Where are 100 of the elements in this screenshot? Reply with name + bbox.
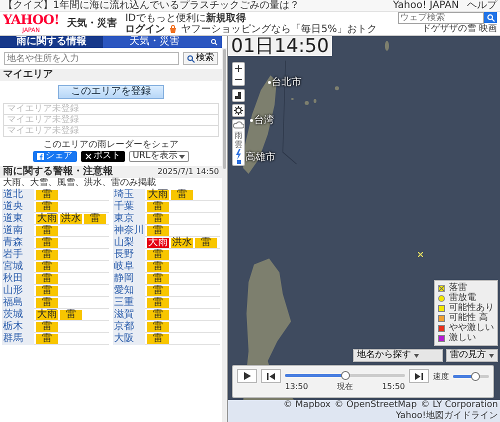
x-logo-icon [84, 153, 92, 160]
alert-tag[interactable]: 雷 [195, 238, 217, 248]
alert-tag[interactable]: 雷 [36, 190, 58, 200]
alert-tag[interactable]: 雷 [147, 334, 169, 344]
zoom-in-button[interactable]: + [233, 63, 244, 74]
area-link[interactable]: 群馬 [2, 332, 34, 344]
login-link[interactable]: ログイン [125, 24, 166, 34]
signup-link[interactable]: 新規取得 [206, 12, 246, 24]
legend-dropdown[interactable]: 雷の見方 [446, 349, 498, 362]
discharge-icon [438, 294, 445, 302]
fullscreen-button[interactable] [233, 90, 244, 101]
area-link[interactable]: 神奈川 [113, 224, 145, 236]
alert-tag[interactable]: 雷 [147, 214, 169, 224]
alert-tag[interactable]: 雷 [36, 238, 58, 248]
step-forward-button[interactable] [409, 369, 429, 383]
area-link[interactable]: 道北 [2, 188, 34, 200]
attribution-link[interactable]: Yahoo!地図ガイドライン [396, 411, 498, 422]
area-link[interactable]: 愛知 [113, 284, 145, 296]
tab[interactable]: 雨に関する情報 [0, 36, 103, 48]
alert-tag[interactable]: 雷 [36, 274, 58, 284]
play-button[interactable] [237, 369, 257, 383]
register-area-button[interactable]: このエリアを登録 [58, 85, 164, 99]
area-link[interactable]: 山形 [2, 284, 34, 296]
alert-tag[interactable]: 雷 [147, 322, 169, 332]
area-link[interactable]: 栃木 [2, 320, 34, 332]
share-button[interactable]: シェア [32, 151, 77, 162]
speed-slider[interactable] [453, 374, 489, 378]
alert-tag[interactable]: 雷 [36, 298, 58, 308]
legend-label: 落雷 [449, 283, 467, 293]
alert-tag[interactable]: 雷 [147, 310, 169, 320]
area-link[interactable]: 三重 [113, 296, 145, 308]
area-link[interactable]: 秋田 [2, 272, 34, 284]
alert-tag[interactable]: 雷 [36, 334, 58, 344]
area-link[interactable]: 長野 [113, 248, 145, 260]
time-label: 15:50 [382, 382, 405, 391]
alert-tag[interactable]: 雷 [147, 250, 169, 260]
alert-tag[interactable]: 洪水 [171, 238, 193, 248]
area-link[interactable]: 道央 [2, 200, 34, 212]
area-link[interactable]: 埼玉 [113, 188, 145, 200]
area-link[interactable]: 道南 [2, 224, 34, 236]
area-link[interactable]: 滋賀 [113, 308, 145, 320]
logo-text[interactable]: YAHOO! [3, 14, 60, 26]
search-button[interactable]: 検索 [183, 52, 218, 65]
area-link[interactable]: 宮城 [2, 260, 34, 272]
area-link[interactable]: 福島 [2, 296, 34, 308]
url-button[interactable]: URLを表示 [128, 151, 190, 162]
alert-tag[interactable]: 雷 [147, 274, 169, 284]
area-link[interactable]: 岩手 [2, 248, 34, 260]
timeline-slider[interactable] [285, 374, 405, 377]
speed-handle[interactable] [470, 372, 480, 380]
search-icon [187, 54, 195, 62]
area-link[interactable]: 静岡 [113, 272, 145, 284]
alert-tag[interactable]: 雷 [171, 190, 193, 200]
share-button[interactable]: ポスト [80, 151, 125, 162]
attribution-link[interactable]: © LY Corporation [420, 400, 498, 411]
alert-tag[interactable]: 雷 [36, 286, 58, 296]
scrollbar[interactable] [222, 48, 227, 422]
attribution-link[interactable]: © Mapbox [283, 400, 331, 411]
step-back-button[interactable] [261, 369, 281, 383]
search-button[interactable] [484, 12, 497, 24]
alert-tag[interactable]: 雷 [147, 298, 169, 308]
caret-icon [179, 154, 186, 158]
area-link[interactable]: 京都 [113, 320, 145, 332]
alert-tag[interactable]: 雷 [60, 310, 82, 320]
alert-tag[interactable]: 雷 [36, 262, 58, 272]
area-link[interactable]: 山梨 [113, 236, 145, 248]
trending-search-link[interactable]: ドゲザザの雪 映画 [422, 24, 497, 35]
note-text: 大雨、大雪、風雪、洪水、雷のみ掲載 [2, 178, 157, 188]
alert-tag[interactable]: 雷 [84, 214, 106, 224]
settings-button[interactable] [233, 105, 244, 116]
area-link[interactable]: 道東 [2, 212, 34, 224]
alert-tag[interactable]: 大雨 [147, 190, 169, 200]
area-link[interactable]: 大阪 [113, 332, 145, 344]
alert-tag[interactable]: 雷 [36, 250, 58, 260]
timeline-handle[interactable] [341, 371, 350, 380]
alert-tag[interactable]: 雷 [36, 322, 58, 332]
search-toggle-button[interactable] [206, 36, 222, 48]
place-search-field[interactable]: 地名や住所を入力 [4, 52, 179, 65]
facebook-icon [36, 153, 44, 160]
alert-tag[interactable]: 雷 [36, 202, 58, 212]
alert-tag[interactable]: 雷 [147, 262, 169, 272]
alert-tag[interactable]: 雷 [147, 286, 169, 296]
strike-icon [438, 284, 445, 292]
timestamp: 2025/7/1 14:50 [157, 166, 219, 178]
attribution-link[interactable]: © OpenStreetMap [334, 400, 417, 411]
place-search-dropdown[interactable]: 地名から探す [353, 349, 443, 362]
area-link[interactable]: 茨城 [2, 308, 34, 320]
area-link[interactable]: 青森 [2, 236, 34, 248]
alert-tag[interactable]: 大雨 [36, 214, 58, 224]
alert-tag[interactable]: 洪水 [60, 214, 82, 224]
area-link[interactable]: 岐阜 [113, 260, 145, 272]
header-link[interactable]: Yahoo! JAPAN [393, 0, 459, 11]
area-link[interactable]: 千葉 [113, 200, 145, 212]
layer-toggle[interactable] [233, 149, 244, 164]
area-link[interactable]: 東京 [113, 212, 145, 224]
alert-tag[interactable]: 雷 [147, 226, 169, 236]
alert-tag[interactable]: 大雨 [36, 310, 58, 320]
alert-tag[interactable]: 雷 [36, 226, 58, 236]
alert-tag[interactable]: 雷 [147, 202, 169, 212]
shopping-promo-link[interactable]: ヤフーショッピングなら「毎日5%」おトク [181, 24, 378, 34]
